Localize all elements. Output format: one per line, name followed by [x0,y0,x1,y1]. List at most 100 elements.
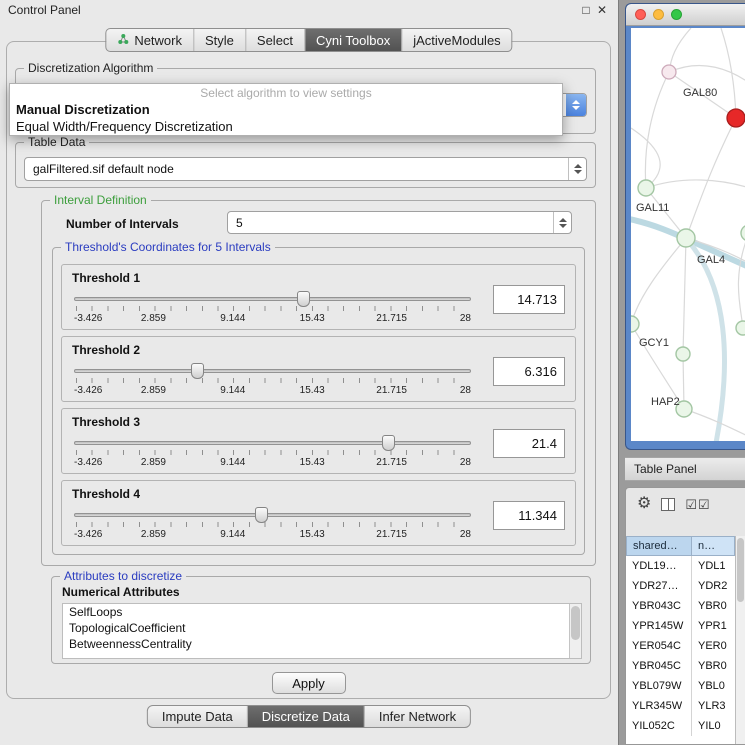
cyni-toolbox-panel: Discretization Algorithm Table Data galF… [6,41,611,699]
float-icon[interactable]: □ [578,3,594,17]
table-row[interactable]: YER054C YER0 [626,636,735,656]
threshold-label: Threshold 4 [72,487,140,501]
dropdown-item-manual-discretization[interactable]: Manual Discretization [10,101,562,118]
slider-ticks [76,306,469,311]
table-panel-title: Table Panel [634,462,697,476]
slider-track[interactable] [74,369,471,373]
threshold-label: Threshold 1 [72,271,140,285]
tab-cyni-toolbox[interactable]: Cyni Toolbox [304,29,401,51]
apply-button[interactable]: Apply [272,672,346,694]
table-panel-header[interactable]: Table Panel [625,457,745,481]
columns-icon[interactable] [661,498,675,511]
threshold-value-field[interactable]: 14.713 [493,285,565,314]
minimize-button[interactable] [653,9,664,20]
threshold-value-field[interactable]: 21.4 [493,429,565,458]
numerical-attributes-label: Numerical Attributes [62,585,180,599]
node-label: HAP2 [651,396,680,408]
table-row[interactable]: YDL19… YDL1 [626,556,735,576]
column-header-shared-name[interactable]: shared… [626,536,692,556]
network-node[interactable] [638,180,654,196]
network-nodes[interactable] [631,65,745,417]
tab-label: Impute Data [162,709,233,724]
select-columns-icon[interactable]: ☑☑ [685,498,710,511]
threshold-value-field[interactable]: 11.344 [493,501,565,530]
column-header-name[interactable]: n… [692,536,735,556]
chevron-updown-icon[interactable] [566,94,586,116]
dropdown-item-equal-width-frequency[interactable]: Equal Width/Frequency Discretization [10,118,562,135]
slider-track[interactable] [74,513,471,517]
threshold-slider[interactable]: -3.426 2.859 9.144 15.43 21.715 28 [74,505,471,545]
gear-icon[interactable]: ⚙ [637,496,651,512]
network-graph: GAL80 GAL11 GAL4 GCY1 HAP2 [631,28,745,441]
close-icon[interactable]: ✕ [594,3,610,17]
table-row[interactable]: YPR145W YPR1 [626,616,735,636]
slider-scale: -3.426 2.859 9.144 15.43 21.715 28 [74,457,471,469]
table-data-group: Table Data galFiltered.sif default node [15,142,596,188]
chevron-updown-icon[interactable] [568,158,586,180]
threshold-value-field[interactable]: 6.316 [493,357,565,386]
threshold-label: Threshold 2 [72,343,140,357]
tab-label: Select [257,33,293,48]
slider-thumb[interactable] [297,291,310,307]
network-node-selected[interactable] [727,109,745,127]
scrollbar-thumb[interactable] [737,538,744,602]
tab-impute-data[interactable]: Impute Data [148,706,247,727]
window-title: Control Panel [8,3,81,17]
network-node[interactable] [741,225,745,241]
threshold-4-panel: Threshold 4 11.344 -3.426 2.859 9.144 15… [61,480,576,546]
network-window-titlebar[interactable] [626,4,745,26]
attributes-list[interactable]: SelfLoops TopologicalCoefficient Between… [62,603,582,659]
table-row[interactable]: YBR045C YBR0 [626,656,735,676]
network-node[interactable] [676,347,690,361]
group-label: Interval Definition [50,193,151,207]
network-node[interactable] [662,65,676,79]
threshold-slider[interactable]: -3.426 2.859 9.144 15.43 21.715 28 [74,361,471,401]
number-of-intervals-label: Number of Intervals [66,217,179,231]
zoom-button[interactable] [671,9,682,20]
table-panel-window: ⚙ ☑☑ shared… n… YDL19… YDL1 YDR27… YDR2 … [625,487,745,745]
network-node[interactable] [677,229,695,247]
close-button[interactable] [635,9,646,20]
list-item[interactable]: BetweennessCentrality [63,636,581,652]
slider-ticks [76,378,469,383]
slider-track[interactable] [74,441,471,445]
threshold-2-panel: Threshold 2 6.316 -3.426 2.859 9.144 15.… [61,336,576,402]
slider-track[interactable] [74,297,471,301]
table-row[interactable]: YIL052C YIL0 [626,716,735,736]
attributes-scrollbar[interactable] [569,604,581,658]
table-row[interactable]: YBR043C YBR0 [626,596,735,616]
group-label: Attributes to discretize [60,569,186,583]
threshold-coordinates-group: Threshold's Coordinates for 5 Intervals … [52,247,585,555]
list-item[interactable]: TopologicalCoefficient [63,620,581,636]
slider-thumb[interactable] [382,435,395,451]
table-row[interactable]: YBL079W YBL0 [626,676,735,696]
threshold-slider[interactable]: -3.426 2.859 9.144 15.43 21.715 28 [74,433,471,473]
tab-style[interactable]: Style [193,29,245,51]
tab-discretize-data[interactable]: Discretize Data [247,706,364,727]
algorithm-dropdown-popup: Select algorithm to view settings Manual… [9,83,563,136]
scrollbar-thumb[interactable] [571,606,580,640]
tab-select[interactable]: Select [245,29,304,51]
number-of-intervals-combobox[interactable]: 5 [227,211,572,234]
slider-thumb[interactable] [255,507,268,523]
table-scrollbar[interactable] [735,536,745,744]
chevron-updown-icon[interactable] [553,212,571,233]
network-canvas[interactable]: GAL80 GAL11 GAL4 GCY1 HAP2 [631,28,745,441]
threshold-slider[interactable]: -3.426 2.859 9.144 15.43 21.715 28 [74,289,471,329]
table-data-combobox[interactable]: galFiltered.sif default node [24,157,587,181]
group-label: Table Data [24,135,89,149]
slider-ticks [76,450,469,455]
tab-jactivemodules[interactable]: jActiveModules [401,29,511,51]
list-item[interactable]: SelfLoops [63,604,581,620]
attributes-to-discretize-group: Attributes to discretize Numerical Attri… [51,576,591,664]
table-row[interactable]: YLR345W YLR3 [626,696,735,716]
tab-infer-network[interactable]: Infer Network [364,706,470,727]
slider-thumb[interactable] [191,363,204,379]
network-node[interactable] [736,321,745,335]
tab-network[interactable]: Network [106,29,193,51]
network-node[interactable] [631,316,639,332]
combobox-value: 5 [228,216,553,230]
table-row[interactable]: YDR27… YDR2 [626,576,735,596]
interval-definition-group: Interval Definition Number of Intervals … [41,200,596,566]
slider-scale: -3.426 2.859 9.144 15.43 21.715 28 [74,385,471,397]
